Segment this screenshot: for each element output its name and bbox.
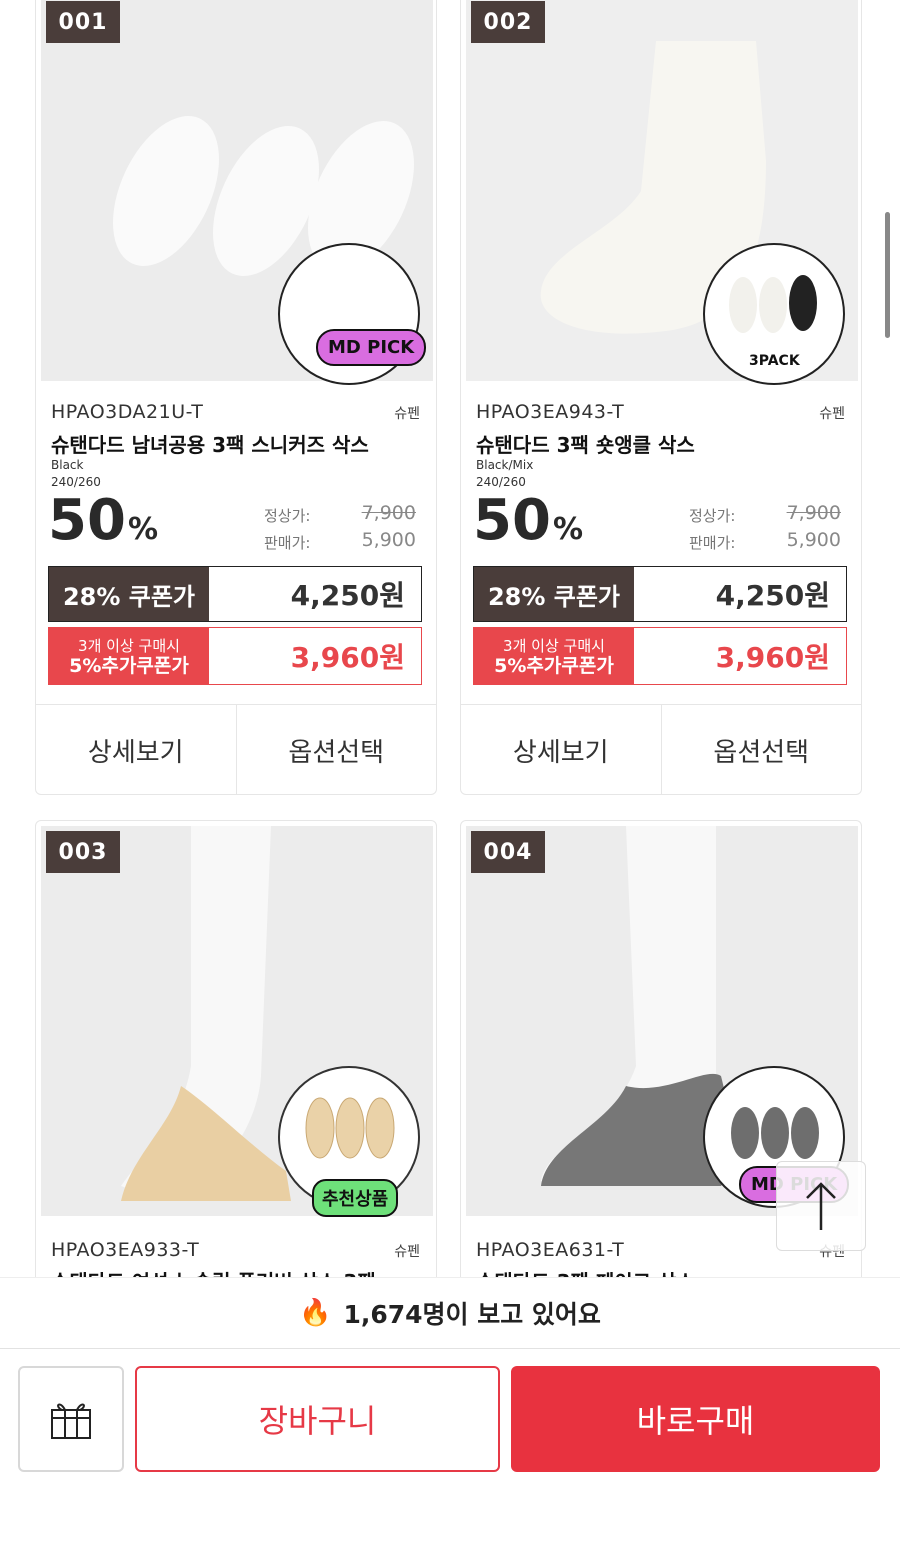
product-code: HPAO3EA631-T: [476, 1239, 625, 1261]
product-color: Black/Mix: [476, 458, 534, 472]
md-pick-sticker: MD PICK: [316, 329, 427, 366]
card-buttons: 상세보기 옵션선택: [36, 704, 437, 794]
regular-price: 7,900: [786, 502, 841, 524]
extra-coupon-box: 3개 이상 구매시 5%추가쿠폰가 3,960원: [473, 627, 847, 685]
regular-price: 7,900: [361, 502, 416, 524]
regular-price-label: 정상가:: [689, 507, 736, 525]
fire-icon: 🔥: [299, 1298, 332, 1328]
product-card-001[interactable]: 001 MD PICK HPAO3DA21U-T 슈펜 슈탠다드 남녀공용 3팩…: [35, 0, 437, 795]
card-buttons: 상세보기 옵션선택: [461, 704, 862, 794]
product-number-badge: 002: [471, 1, 545, 43]
extra-coupon-label: 3개 이상 구매시 5%추가쿠폰가: [49, 628, 209, 684]
extra-coupon-condition: 3개 이상 구매시: [503, 637, 605, 655]
brand-label: 슈펜: [819, 406, 845, 422]
recommended-sticker: 추천상품: [312, 1179, 399, 1217]
detail-button[interactable]: 상세보기: [36, 705, 236, 794]
product-number-badge: 004: [471, 831, 545, 873]
arrow-up-icon: [806, 1182, 836, 1230]
viewer-count-text: 1,674명이 보고 있어요: [343, 1300, 601, 1329]
gift-button[interactable]: [18, 1366, 124, 1472]
extra-coupon-title: 5%추가쿠폰가: [69, 655, 189, 677]
extra-coupon-price: 3,960원: [290, 641, 405, 674]
extra-coupon-price: 3,960원: [715, 641, 830, 674]
scrollbar[interactable]: [885, 212, 890, 338]
coupon-price-box: 28% 쿠폰가 4,250원: [473, 566, 847, 622]
3pack-label: 3PACK: [749, 353, 800, 369]
discount-rate: 50%: [473, 488, 583, 553]
extra-coupon-box: 3개 이상 구매시 5%추가쿠폰가 3,960원: [48, 627, 422, 685]
scroll-top-button[interactable]: [776, 1161, 866, 1251]
sale-price: 5,900: [786, 529, 841, 551]
viewer-count: 🔥 1,674명이 보고 있어요: [0, 1277, 900, 1348]
sale-price-label: 판매가:: [264, 534, 311, 552]
cart-button[interactable]: 장바구니: [135, 1366, 500, 1472]
discount-value: 50: [473, 488, 551, 553]
extra-coupon-condition: 3개 이상 구매시: [78, 637, 180, 655]
option-select-button[interactable]: 옵션선택: [660, 705, 862, 794]
product-card-002[interactable]: 002 3PACK HPAO3EA943-T 슈펜 슈탠다드 3팩 숏앵클 삭스…: [460, 0, 862, 795]
product-number-badge: 001: [46, 1, 120, 43]
extra-coupon-label: 3개 이상 구매시 5%추가쿠폰가: [474, 628, 634, 684]
product-number-badge: 003: [46, 831, 120, 873]
coupon-price: 4,250원: [290, 579, 405, 612]
coupon-label: 28% 쿠폰가: [474, 567, 634, 621]
gift-icon: [51, 1403, 91, 1439]
sale-price-label: 판매가:: [689, 534, 736, 552]
product-card-003[interactable]: 003 추천상품 HPAO3EA933-T 슈펜 슈탠다드 여성 논슬립 풋커버…: [35, 820, 437, 1300]
product-name[interactable]: 슈탠다드 남녀공용 3팩 스니커즈 삭스: [51, 429, 369, 458]
product-code: HPAO3EA943-T: [476, 401, 625, 423]
coupon-price-box: 28% 쿠폰가 4,250원: [48, 566, 422, 622]
option-select-button[interactable]: 옵션선택: [235, 705, 437, 794]
buy-now-button[interactable]: 바로구매: [511, 1366, 880, 1472]
divider: [0, 1348, 900, 1349]
discount-value: 50: [48, 488, 126, 553]
product-code: HPAO3DA21U-T: [51, 401, 204, 423]
product-color: Black: [51, 458, 84, 472]
purchase-bar: 🔥 1,674명이 보고 있어요 장바구니 바로구매: [0, 1277, 900, 1567]
product-code: HPAO3EA933-T: [51, 1239, 200, 1261]
discount-rate: 50%: [48, 488, 158, 553]
coupon-label: 28% 쿠폰가: [49, 567, 209, 621]
extra-coupon-title: 5%추가쿠폰가: [494, 655, 614, 677]
discount-unit: %: [552, 512, 583, 547]
product-name[interactable]: 슈탠다드 3팩 숏앵클 삭스: [476, 429, 695, 458]
detail-button[interactable]: 상세보기: [461, 705, 661, 794]
coupon-price: 4,250원: [715, 579, 830, 612]
sale-price: 5,900: [361, 529, 416, 551]
discount-unit: %: [127, 512, 158, 547]
regular-price-label: 정상가:: [264, 507, 311, 525]
brand-label: 슈펜: [394, 1244, 420, 1260]
brand-label: 슈펜: [394, 406, 420, 422]
